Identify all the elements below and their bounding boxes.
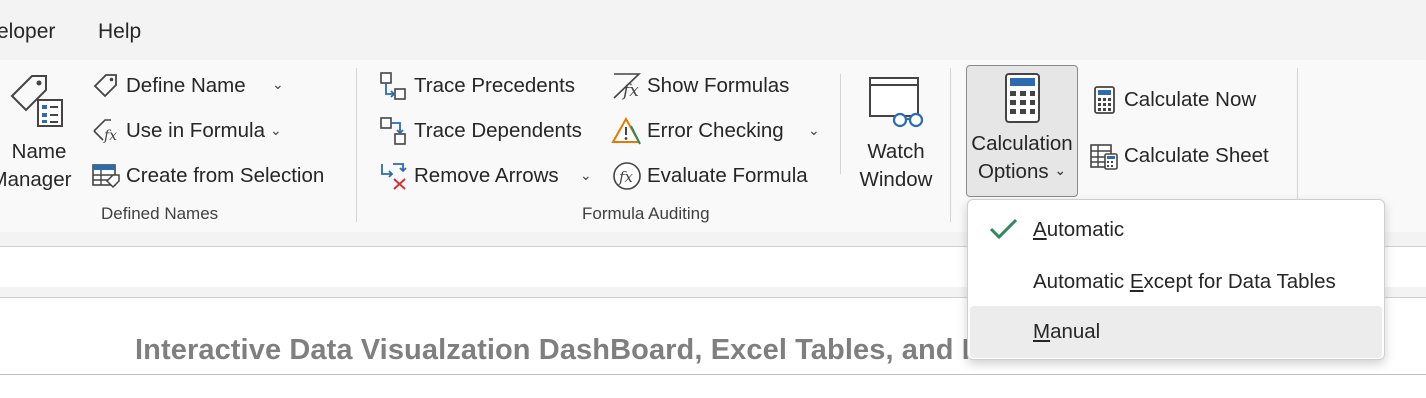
- svg-text:fx: fx: [621, 81, 639, 101]
- table-tag-icon: [90, 160, 122, 192]
- use-in-formula-label: Use in Formula: [126, 119, 265, 142]
- warning-icon: [611, 115, 643, 147]
- remove-arrows-icon: [378, 160, 410, 192]
- gridline: [0, 374, 1426, 375]
- remove-arrows-chevron-down-icon[interactable]: ⌄: [580, 167, 592, 184]
- use-in-formula-button[interactable]: fx Use in Formula: [90, 115, 265, 147]
- calculate-sheet-icon: [1088, 140, 1120, 172]
- define-name-chevron-down-icon[interactable]: ⌄: [272, 76, 284, 93]
- defined-names-group-label: Defined Names: [101, 204, 219, 223]
- define-name-button[interactable]: Define Name: [90, 70, 246, 102]
- chevron-down-icon: ⌄: [1054, 162, 1067, 178]
- group-separator: [840, 74, 841, 174]
- show-formulas-label: Show Formulas: [647, 74, 790, 97]
- name-manager-icon: [10, 75, 63, 127]
- evaluate-formula-icon: fx: [611, 160, 643, 192]
- calculation-options-menu: Automatic Automatic Except for Data Tabl…: [967, 199, 1385, 360]
- tab-developer[interactable]: eloper: [0, 20, 55, 44]
- error-checking-chevron-down-icon[interactable]: ⌄: [808, 122, 820, 139]
- watch-window-button[interactable]: Watch Window: [850, 68, 942, 191]
- formula-auditing-group-label: Formula Auditing: [582, 204, 710, 223]
- group-separator: [950, 68, 951, 222]
- evaluate-formula-button[interactable]: fx Evaluate Formula: [611, 160, 808, 192]
- trace-precedents-icon: [378, 70, 410, 102]
- error-checking-button[interactable]: Error Checking: [611, 115, 784, 147]
- svg-text:fx: fx: [103, 128, 117, 144]
- use-in-formula-chevron-down-icon[interactable]: ⌄: [270, 122, 282, 139]
- calculate-sheet-label: Calculate Sheet: [1124, 144, 1269, 167]
- calculation-options-button[interactable]: Calculation Options ⌄: [966, 65, 1078, 197]
- group-separator: [356, 68, 357, 222]
- trace-dependents-label: Trace Dependents: [414, 119, 582, 142]
- menu-item-automatic-except-data-tables[interactable]: Automatic Except for Data Tables: [968, 256, 1384, 308]
- create-from-selection-label: Create from Selection: [126, 164, 325, 187]
- trace-dependents-button[interactable]: Trace Dependents: [378, 115, 582, 147]
- show-formulas-button[interactable]: fx Show Formulas: [611, 70, 789, 102]
- remove-arrows-label: Remove Arrows: [414, 164, 559, 187]
- trace-dependents-icon: [378, 115, 410, 147]
- show-formulas-icon: fx: [611, 70, 643, 102]
- svg-text:fx: fx: [618, 168, 634, 186]
- tab-help[interactable]: Help: [98, 20, 141, 44]
- watch-window-icon: [869, 77, 924, 128]
- name-manager-label: Name Manager: [0, 140, 72, 191]
- remove-arrows-button[interactable]: Remove Arrows: [378, 160, 559, 192]
- fx-tag-icon: fx: [90, 115, 122, 147]
- calculator-icon: [1088, 84, 1120, 116]
- define-name-label: Define Name: [126, 74, 246, 97]
- create-from-selection-button[interactable]: Create from Selection: [90, 160, 324, 192]
- calculation-options-label: Calculation Options ⌄: [971, 132, 1073, 183]
- trace-precedents-label: Trace Precedents: [414, 74, 576, 97]
- menu-item-automatic[interactable]: Automatic: [968, 204, 1384, 256]
- ribbon-tab-bar: eloper Help: [0, 0, 1426, 60]
- name-manager-button[interactable]: Name Manager: [0, 68, 80, 191]
- menu-item-manual[interactable]: Manual: [970, 306, 1382, 358]
- error-checking-label: Error Checking: [647, 119, 784, 142]
- evaluate-formula-label: Evaluate Formula: [647, 164, 808, 187]
- calculate-sheet-button[interactable]: Calculate Sheet: [1088, 140, 1269, 172]
- checkmark-icon: [989, 218, 1018, 240]
- calculate-now-button[interactable]: Calculate Now: [1088, 84, 1256, 116]
- calculator-icon: [1005, 73, 1040, 123]
- trace-precedents-button[interactable]: Trace Precedents: [378, 70, 575, 102]
- tag-icon: [90, 70, 122, 102]
- calculate-now-label: Calculate Now: [1124, 88, 1257, 111]
- watch-window-label: Watch Window: [859, 140, 933, 191]
